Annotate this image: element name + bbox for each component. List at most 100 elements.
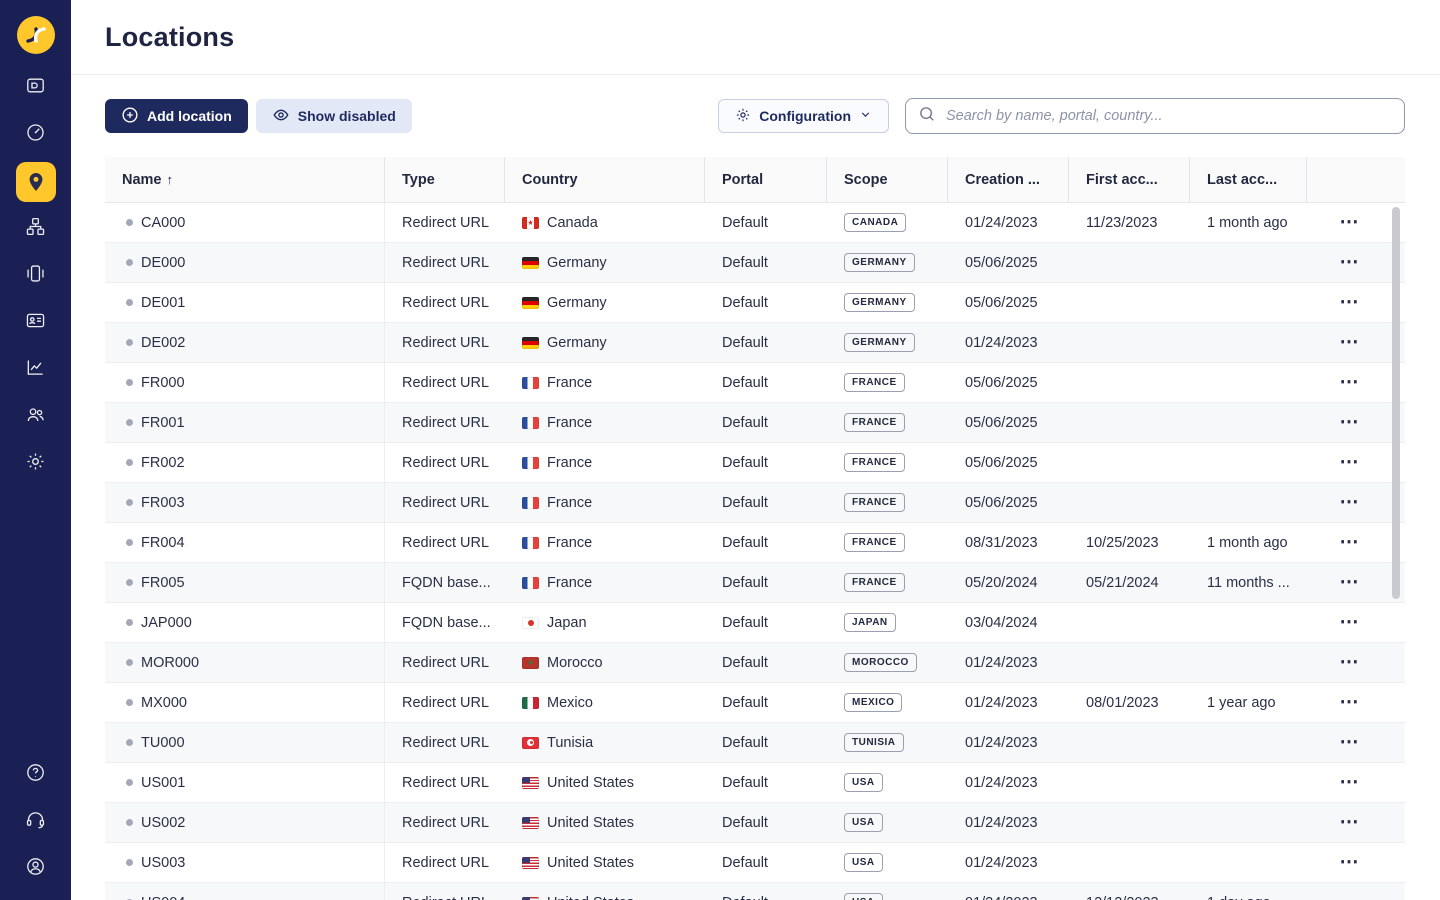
gear-icon [25, 451, 46, 477]
column-header-type[interactable]: Type [385, 157, 505, 202]
status-dot [126, 859, 133, 866]
table-row[interactable]: FR005 FQDN base... France Default FRANCE… [105, 563, 1405, 603]
country-flag-icon [522, 497, 539, 509]
country-name: Germany [547, 295, 607, 311]
column-header-first-access[interactable]: First acc... [1069, 157, 1190, 202]
sidebar-item-locations[interactable] [12, 158, 60, 205]
table-row[interactable]: FR002 Redirect URL France Default FRANCE… [105, 443, 1405, 483]
location-name: FR001 [141, 415, 185, 431]
table-row[interactable]: FR000 Redirect URL France Default FRANCE… [105, 363, 1405, 403]
table-row[interactable]: DE000 Redirect URL Germany Default GERMA… [105, 243, 1405, 283]
row-actions-button[interactable]: ⋯ [1334, 651, 1365, 674]
search-input[interactable] [944, 107, 1392, 125]
sidebar-item-gauge[interactable] [12, 111, 60, 158]
sidebar-item-help[interactable] [12, 751, 60, 798]
table-row[interactable]: JAP000 FQDN base... Japan Default JAPAN … [105, 603, 1405, 643]
toolbar: Add location Show disabled [105, 98, 1405, 134]
row-actions-button[interactable]: ⋯ [1334, 891, 1365, 900]
country-name: Japan [547, 615, 587, 631]
row-actions-button[interactable]: ⋯ [1334, 851, 1365, 874]
sidebar-item-devices[interactable] [12, 252, 60, 299]
row-actions-button[interactable]: ⋯ [1334, 451, 1365, 474]
table-row[interactable]: FR001 Redirect URL France Default FRANCE… [105, 403, 1405, 443]
table-row[interactable]: MX000 Redirect URL Mexico Default MEXICO… [105, 683, 1405, 723]
location-name: FR005 [141, 575, 185, 591]
table-scrollbar[interactable] [1392, 207, 1400, 599]
row-actions-button[interactable]: ⋯ [1334, 411, 1365, 434]
table-row[interactable]: MOR000 Redirect URL Morocco Default MORO… [105, 643, 1405, 683]
column-header-portal[interactable]: Portal [705, 157, 827, 202]
country-flag-icon [522, 697, 539, 709]
portal-value: Default [722, 335, 768, 351]
table-row[interactable]: US002 Redirect URL United States Default… [105, 803, 1405, 843]
creation-date: 01/24/2023 [965, 815, 1038, 831]
location-name: MOR000 [141, 655, 199, 671]
row-actions-button[interactable]: ⋯ [1334, 731, 1365, 754]
portal-value: Default [722, 415, 768, 431]
table-row[interactable]: FR004 Redirect URL France Default FRANCE… [105, 523, 1405, 563]
country-name: France [547, 535, 592, 551]
row-actions-button[interactable]: ⋯ [1334, 771, 1365, 794]
brand-logo-icon[interactable] [17, 16, 55, 54]
country-name: United States [547, 775, 634, 791]
row-actions-button[interactable]: ⋯ [1334, 371, 1365, 394]
sidebar-bottom [12, 751, 60, 900]
row-actions-button[interactable]: ⋯ [1334, 531, 1365, 554]
row-actions-button[interactable]: ⋯ [1334, 491, 1365, 514]
table-row[interactable]: US003 Redirect URL United States Default… [105, 843, 1405, 883]
table-row[interactable]: DE002 Redirect URL Germany Default GERMA… [105, 323, 1405, 363]
row-actions-button[interactable]: ⋯ [1334, 611, 1365, 634]
portal-value: Default [722, 815, 768, 831]
row-actions-button[interactable]: ⋯ [1334, 811, 1365, 834]
sidebar-item-app-card[interactable] [12, 64, 60, 111]
first-access-date: 10/25/2023 [1086, 535, 1159, 551]
row-actions-button[interactable]: ⋯ [1334, 571, 1365, 594]
row-actions-button[interactable]: ⋯ [1334, 251, 1365, 274]
table-row[interactable]: CA000 Redirect URL Canada Default CANADA… [105, 203, 1405, 243]
table-row[interactable]: FR003 Redirect URL France Default FRANCE… [105, 483, 1405, 523]
sidebar-item-settings[interactable] [12, 440, 60, 487]
column-header-scope[interactable]: Scope [827, 157, 948, 202]
row-actions-button[interactable]: ⋯ [1334, 211, 1365, 234]
add-location-button[interactable]: Add location [105, 99, 248, 133]
portal-value: Default [722, 495, 768, 511]
status-dot [126, 259, 133, 266]
creation-date: 01/24/2023 [965, 655, 1038, 671]
country-name: United States [547, 895, 634, 900]
main-content: Locations Add location Show disa [71, 0, 1440, 900]
location-name: TU000 [141, 735, 185, 751]
scope-badge: FRANCE [844, 493, 905, 512]
location-type: Redirect URL [402, 775, 489, 791]
sidebar-item-sitemap[interactable] [12, 205, 60, 252]
portal-value: Default [722, 375, 768, 391]
sidebar-item-contacts[interactable] [12, 299, 60, 346]
row-actions-button[interactable]: ⋯ [1334, 331, 1365, 354]
location-type: Redirect URL [402, 215, 489, 231]
headset-icon [25, 809, 46, 835]
sidebar-item-users[interactable] [12, 393, 60, 440]
row-actions-button[interactable]: ⋯ [1334, 691, 1365, 714]
column-header-last-access[interactable]: Last acc... [1190, 157, 1307, 202]
table-row[interactable]: DE001 Redirect URL Germany Default GERMA… [105, 283, 1405, 323]
first-access-date: 12/12/2023 [1086, 895, 1159, 900]
portal-value: Default [722, 735, 768, 751]
table-row[interactable]: US004 Redirect URL United States Default… [105, 883, 1405, 900]
search-icon [918, 105, 936, 128]
table-row[interactable]: US001 Redirect URL United States Default… [105, 763, 1405, 803]
sidebar-item-account[interactable] [12, 845, 60, 892]
table-row[interactable]: TU000 Redirect URL Tunisia Default TUNIS… [105, 723, 1405, 763]
sidebar-item-support[interactable] [12, 798, 60, 845]
location-name: CA000 [141, 215, 185, 231]
column-header-creation[interactable]: Creation ... [948, 157, 1069, 202]
show-disabled-button[interactable]: Show disabled [256, 99, 412, 133]
sidebar-item-analytics[interactable] [12, 346, 60, 393]
portal-value: Default [722, 575, 768, 591]
status-dot [126, 579, 133, 586]
configuration-button[interactable]: Configuration [718, 99, 889, 133]
row-actions-button[interactable]: ⋯ [1334, 291, 1365, 314]
portal-value: Default [722, 895, 768, 900]
page-title: Locations [105, 22, 234, 53]
scope-badge: CANADA [844, 213, 906, 232]
column-header-country[interactable]: Country [505, 157, 705, 202]
column-header-name[interactable]: Name ↑ [105, 157, 385, 202]
